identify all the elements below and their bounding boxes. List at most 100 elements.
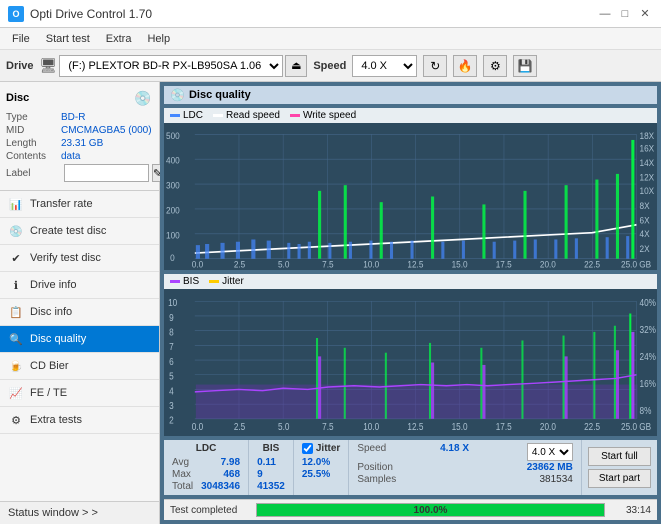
svg-text:0.0: 0.0 — [192, 259, 204, 269]
svg-text:100: 100 — [166, 230, 180, 240]
position-row: Position 23862 MB — [357, 462, 573, 473]
titlebar-left: O Opti Drive Control 1.70 — [8, 6, 152, 22]
sidebar-item-drive-info[interactable]: ℹ Drive info — [0, 272, 159, 299]
titlebar: O Opti Drive Control 1.70 — □ ✕ — [0, 0, 661, 28]
speed-row: Speed 4.18 X 4.0 X — [357, 443, 573, 461]
disc-length-label: Length — [6, 138, 61, 149]
svg-text:4: 4 — [169, 386, 174, 397]
minimize-button[interactable]: — — [597, 6, 613, 22]
jitter-col-header: Jitter — [316, 443, 340, 454]
svg-text:40%: 40% — [640, 297, 656, 308]
svg-text:500: 500 — [166, 130, 180, 140]
svg-text:10.0: 10.0 — [363, 259, 379, 269]
eject-button[interactable]: ⏏ — [285, 55, 307, 77]
svg-text:2X: 2X — [640, 244, 650, 254]
sidebar-item-disc-info[interactable]: 📋 Disc info — [0, 299, 159, 326]
ldc-max-row: Max 468 — [172, 469, 240, 480]
stats-speed-col: Speed 4.18 X 4.0 X Position 23862 MB Sam… — [349, 440, 582, 495]
cd-bier-label: CD Bier — [30, 360, 69, 372]
speed-stat-dropdown[interactable]: 4.0 X — [527, 443, 573, 461]
svg-text:12.5: 12.5 — [407, 259, 423, 269]
disc-icon: 💿 — [133, 88, 153, 108]
speed-select[interactable]: 4.0 X — [352, 55, 417, 77]
chart2-area: 10 9 8 7 6 5 4 3 2 40% 32% 24% 16% 8% — [164, 289, 657, 436]
svg-text:10X: 10X — [640, 186, 655, 196]
position-value: 23862 MB — [527, 462, 573, 473]
disc-quality-label: Disc quality — [30, 333, 86, 345]
bis-label: BIS — [183, 276, 199, 287]
svg-text:7.5: 7.5 — [322, 421, 333, 432]
drive-info-icon: ℹ — [8, 277, 24, 293]
menu-help[interactable]: Help — [139, 31, 178, 47]
disc-type-value: BD-R — [61, 112, 85, 123]
disc-quality-header: 💿 Disc quality — [164, 86, 657, 104]
disc-contents-row: Contents data — [6, 151, 153, 162]
save-button[interactable]: 💾 — [513, 55, 537, 77]
read-speed-label: Read speed — [226, 110, 280, 121]
svg-text:4X: 4X — [640, 229, 650, 239]
svg-text:7.5: 7.5 — [322, 259, 334, 269]
disc-label-input[interactable] — [64, 164, 149, 182]
svg-text:5.0: 5.0 — [278, 421, 289, 432]
settings-button[interactable]: ⚙ — [483, 55, 507, 77]
sidebar-item-transfer-rate[interactable]: 📊 Transfer rate — [0, 191, 159, 218]
bis-max-row: 9 — [257, 469, 285, 480]
jitter-color — [209, 280, 219, 283]
stats-bis-col: BIS 0.11 9 41352 — [249, 440, 294, 495]
stats-jitter-col: Jitter 12.0% 25.5% — [294, 440, 349, 495]
fe-te-icon: 📈 — [8, 385, 24, 401]
drive-select[interactable]: (F:) PLEXTOR BD-R PX-LB950SA 1.06 — [59, 55, 283, 77]
jitter-checkbox[interactable] — [302, 443, 313, 454]
total-label: Total — [172, 481, 193, 492]
sidebar-item-cd-bier[interactable]: 🍺 CD Bier — [0, 353, 159, 380]
refresh-button[interactable]: ↻ — [423, 55, 447, 77]
svg-text:15.0: 15.0 — [452, 421, 468, 432]
sidebar-item-verify-test-disc[interactable]: ✔ Verify test disc — [0, 245, 159, 272]
close-button[interactable]: ✕ — [637, 6, 653, 22]
svg-text:10.0: 10.0 — [363, 421, 379, 432]
maximize-button[interactable]: □ — [617, 6, 633, 22]
svg-text:5: 5 — [169, 371, 174, 382]
legend-bis: BIS — [170, 276, 199, 287]
chart2-panel: BIS Jitter — [164, 274, 657, 436]
menu-extra[interactable]: Extra — [98, 31, 140, 47]
sidebar-item-disc-quality[interactable]: 🔍 Disc quality — [0, 326, 159, 353]
transfer-rate-icon: 📊 — [8, 196, 24, 212]
disc-length-row: Length 23.31 GB — [6, 138, 153, 149]
burn-button[interactable]: 🔥 — [453, 55, 477, 77]
speed-label: Speed — [313, 60, 346, 72]
samples-row: Samples 381534 — [357, 474, 573, 485]
disc-quality-icon: 🔍 — [8, 331, 24, 347]
svg-text:0: 0 — [170, 253, 175, 263]
status-window-button[interactable]: Status window > > — [0, 501, 159, 524]
write-speed-color — [290, 114, 300, 117]
chart1-svg: 500 400 300 200 100 0 18X 16X 14X 12X 10… — [164, 123, 657, 270]
ldc-total-row: Total 3048346 — [172, 481, 240, 492]
svg-text:20.0: 20.0 — [540, 421, 556, 432]
svg-text:0.0: 0.0 — [192, 421, 203, 432]
svg-text:22.5: 22.5 — [584, 421, 600, 432]
svg-text:32%: 32% — [640, 324, 656, 335]
svg-text:9: 9 — [169, 312, 174, 323]
sidebar-item-create-test-disc[interactable]: 💿 Create test disc — [0, 218, 159, 245]
drive-icon: 🖥 — [40, 57, 58, 74]
chart1-legend: LDC Read speed Write speed — [164, 108, 657, 123]
disc-info-label: Disc info — [30, 306, 72, 318]
transfer-rate-label: Transfer rate — [30, 198, 93, 210]
menu-file[interactable]: File — [4, 31, 38, 47]
sidebar-item-fe-te[interactable]: 📈 FE / TE — [0, 380, 159, 407]
svg-text:15.0: 15.0 — [452, 259, 468, 269]
jitter-max-row: 25.5% — [302, 469, 340, 480]
menu-start-test[interactable]: Start test — [38, 31, 98, 47]
svg-text:16X: 16X — [640, 143, 655, 153]
svg-text:5.0: 5.0 — [278, 259, 290, 269]
start-part-button[interactable]: Start part — [588, 469, 651, 488]
disc-length-value: 23.31 GB — [61, 138, 103, 149]
ldc-avg-row: Avg 7.98 — [172, 457, 240, 468]
sidebar-item-extra-tests[interactable]: ⚙ Extra tests — [0, 407, 159, 434]
progress-percent: 100.0% — [257, 505, 604, 516]
svg-text:14X: 14X — [640, 158, 655, 168]
action-buttons: Start full Start part — [582, 440, 657, 495]
start-full-button[interactable]: Start full — [588, 447, 651, 466]
chart2-svg: 10 9 8 7 6 5 4 3 2 40% 32% 24% 16% 8% — [164, 289, 657, 436]
